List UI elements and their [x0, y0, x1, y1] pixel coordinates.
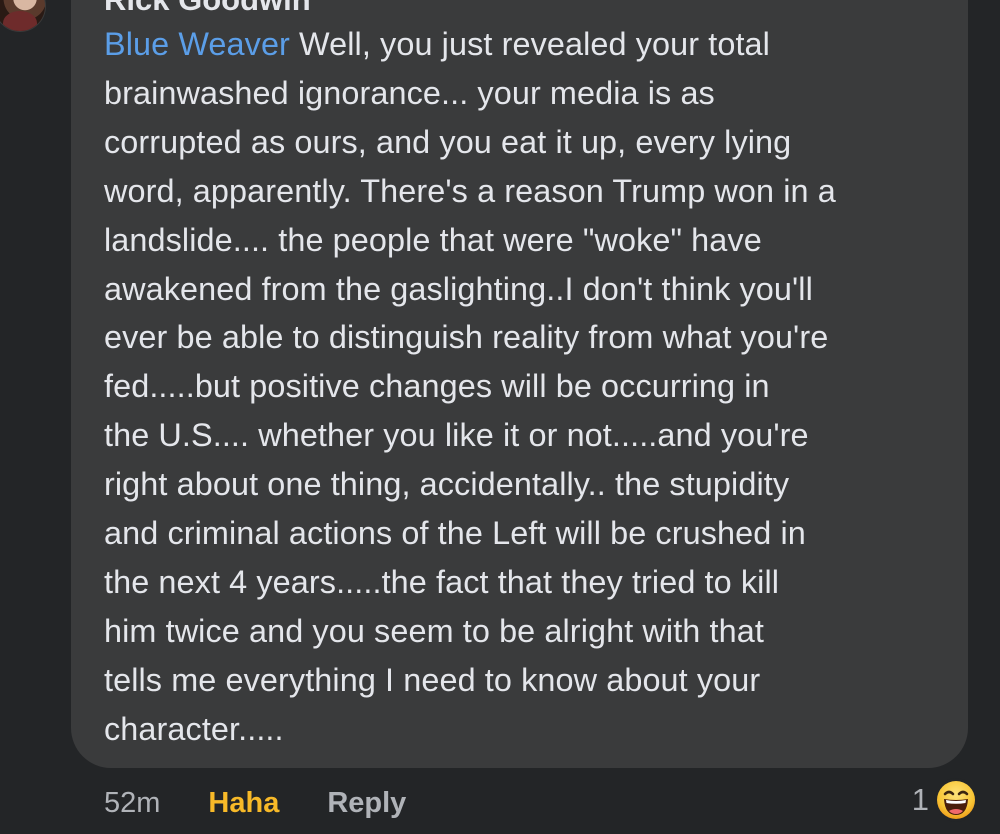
haha-reaction-button[interactable]: Haha [208, 783, 279, 823]
comment-line: Well, you just revealed your total [289, 26, 770, 62]
comment-line: him twice and you seem to be alright wit… [104, 612, 764, 649]
comment-timestamp[interactable]: 52m [104, 783, 160, 823]
haha-emoji-svg [937, 781, 975, 819]
comment-line: right about one thing, accidentally.. th… [104, 466, 790, 503]
comment-line: and criminal actions of the Left will be… [104, 515, 806, 552]
comment-actions: 52m Haha Reply [104, 783, 406, 823]
comment-line: awakened from the gaslighting..I don't t… [104, 270, 813, 307]
mention-link[interactable]: Blue Weaver [104, 26, 290, 62]
reply-button[interactable]: Reply [327, 783, 406, 823]
comment-line: character..... [104, 710, 284, 747]
comment-line: ever be able to distinguish reality from… [104, 319, 829, 356]
reaction-summary[interactable]: 1 [912, 776, 978, 824]
author-avatar[interactable] [0, 0, 46, 32]
comment-line: landslide.... the people that were "woke… [104, 221, 762, 258]
comment-line: tells me everything I need to know about… [104, 661, 761, 698]
reaction-count: 1 [911, 782, 929, 817]
comment-line: word, apparently. There's a reason Trump… [104, 172, 836, 209]
comment-screen: Rick Goodwin Blue Weaver Well, you just … [0, 0, 1000, 834]
comment-line: brainwashed ignorance... your media is a… [104, 74, 715, 111]
comment-text: Blue Weaver Well, you just revealed your… [104, 20, 949, 754]
comment-line: corrupted as ours, and you eat it up, ev… [104, 123, 792, 160]
comment-line: the next 4 years.....the fact that they … [104, 563, 780, 600]
comment-line: the U.S.... whether you like it or not..… [104, 417, 809, 454]
comment-line: fed.....but positive changes will be occ… [104, 368, 770, 405]
haha-emoji-icon [934, 778, 978, 822]
author-name[interactable]: Rick Goodwin [104, 0, 311, 15]
